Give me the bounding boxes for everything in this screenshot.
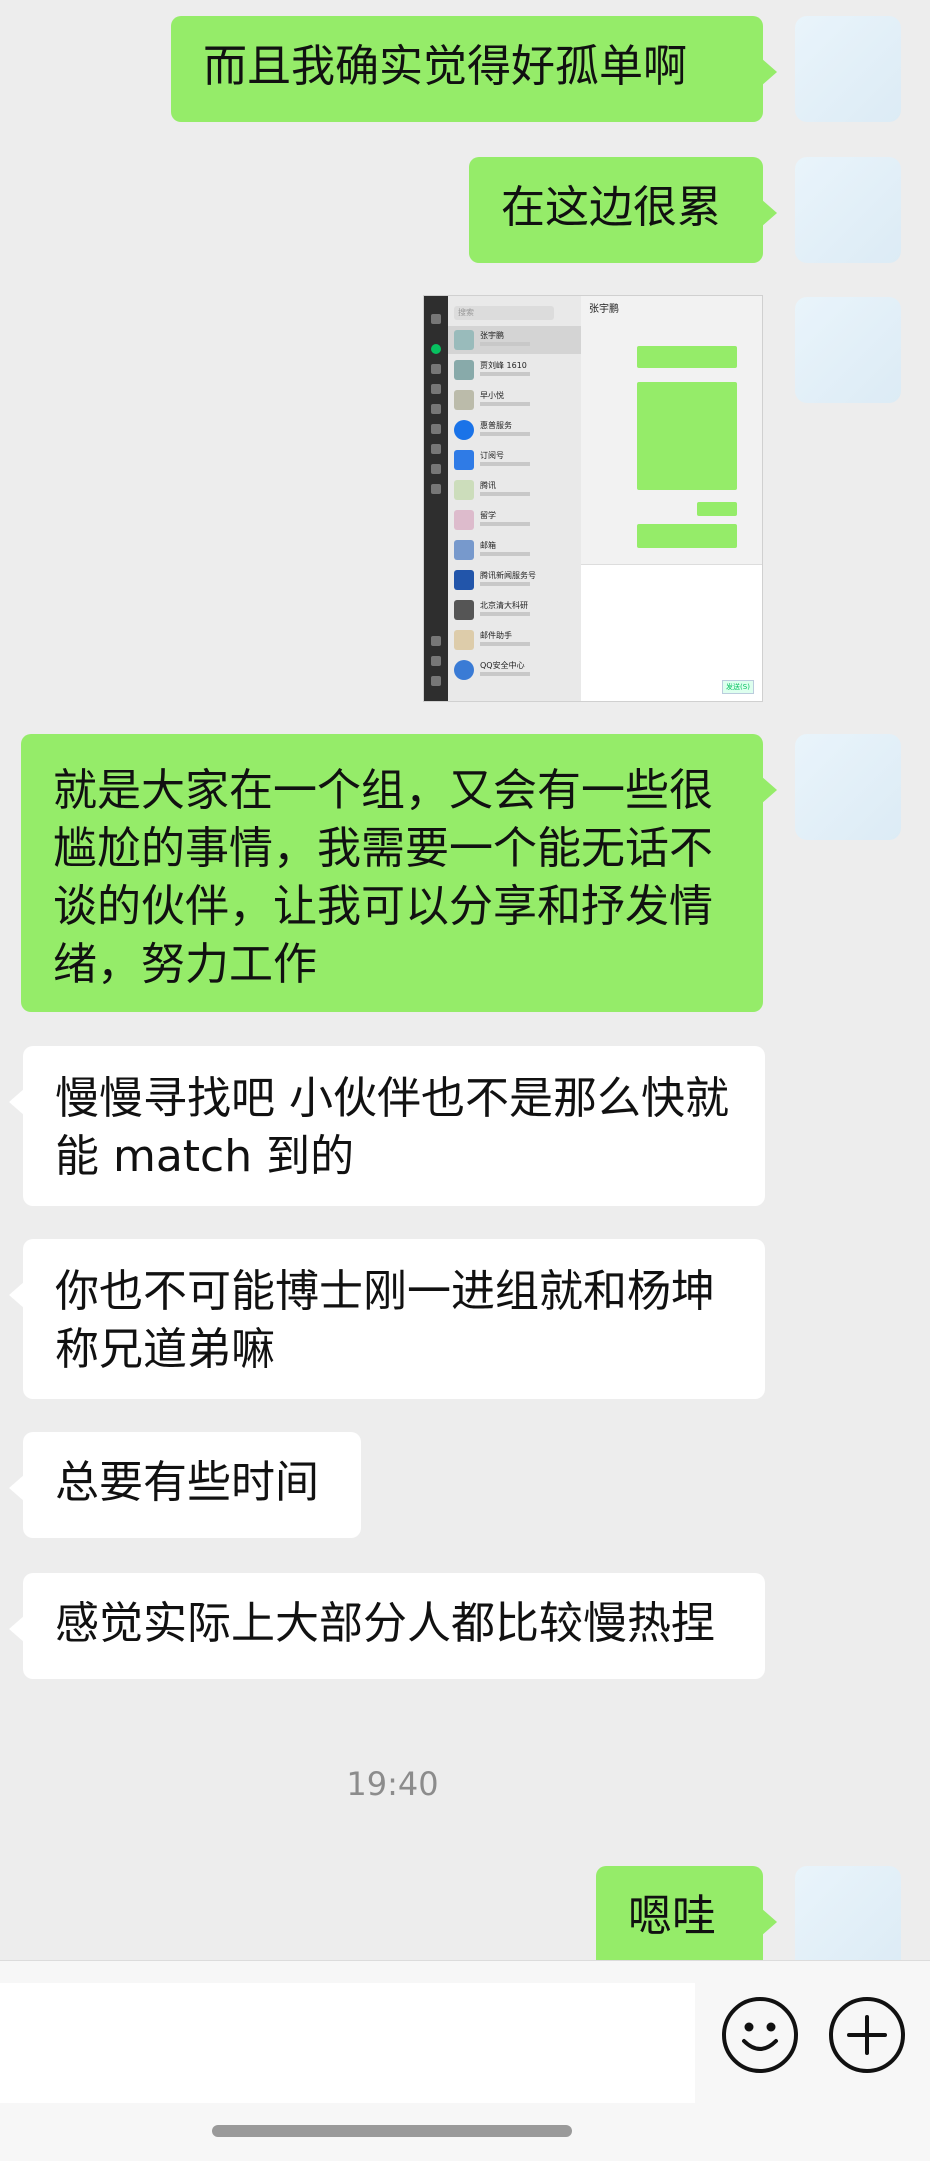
smiley-icon[interactable]: [722, 1997, 798, 2073]
shot-send-button: 发送(S): [722, 680, 754, 694]
shot-search: 搜索: [454, 306, 554, 320]
message-timestamp: 19:40: [346, 1765, 439, 1803]
message-bubble-received[interactable]: 总要有些时间: [9, 1432, 361, 1538]
image-message[interactable]: 搜索 张宇鹏 贾刘峰 1610 早小悦 惠普服务 订阅号 腾讯 留学 邮箱 腾讯…: [423, 295, 763, 702]
my-avatar[interactable]: [795, 1866, 901, 1972]
message-bubble-sent[interactable]: 在这边很累: [469, 157, 777, 263]
message-bubble-sent[interactable]: 就是大家在一个组，又会有一些很尴尬的事情，我需要一个能无话不谈的伙伴，让我可以分…: [21, 734, 777, 1012]
home-indicator[interactable]: [212, 2125, 572, 2137]
my-avatar[interactable]: [795, 734, 901, 840]
my-avatar[interactable]: [795, 157, 901, 263]
message-bubble-sent[interactable]: 嗯哇: [596, 1866, 777, 1972]
message-bubble-sent[interactable]: 而且我确实觉得好孤单啊: [171, 16, 777, 122]
message-bubble-received[interactable]: 慢慢寻找吧 小伙伴也不是那么快就能 match 到的: [9, 1046, 765, 1206]
message-input[interactable]: [0, 1983, 695, 2103]
shot-sidebar: [424, 296, 448, 701]
message-bubble-received[interactable]: 感觉实际上大部分人都比较慢热捏: [9, 1573, 765, 1679]
plus-circle-icon[interactable]: [829, 1997, 905, 2073]
shot-contact-list: 搜索 张宇鹏 贾刘峰 1610 早小悦 惠普服务 订阅号 腾讯 留学 邮箱 腾讯…: [448, 296, 581, 701]
message-bubble-received[interactable]: 你也不可能博士刚一进组就和杨坤称兄道弟嘛: [9, 1239, 765, 1399]
my-avatar[interactable]: [795, 297, 901, 403]
my-avatar[interactable]: [795, 16, 901, 122]
chat-area[interactable]: 而且我确实觉得好孤单啊 在这边很累 搜索 张宇鹏 贾刘峰 1610 早小悦 惠普…: [0, 0, 930, 1972]
shot-chat-panel: 张宇鹏 发送(S): [581, 296, 762, 701]
